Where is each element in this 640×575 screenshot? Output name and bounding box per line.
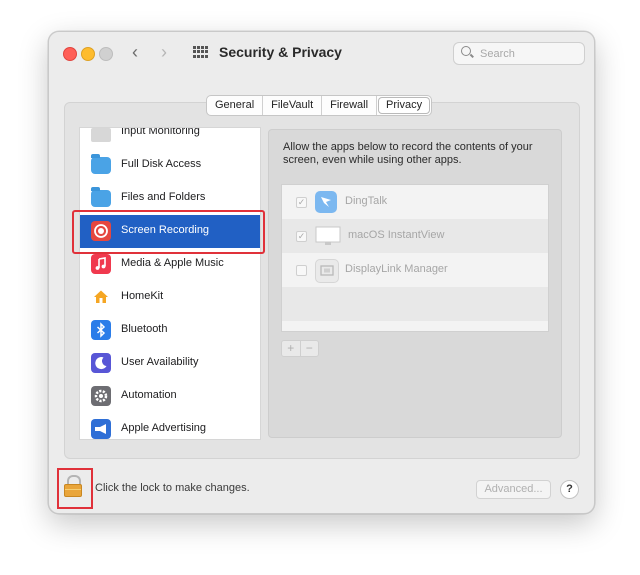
sidebar-item-homekit[interactable]: HomeKit [80,281,260,314]
app-name: DingTalk [345,195,388,207]
search-icon [461,46,471,56]
help-button[interactable]: ? [560,480,579,499]
sidebar-item-media-apple-music[interactable]: Media & Apple Music [80,248,260,281]
folder-icon [91,187,111,207]
tab-filevault[interactable]: FileVault [263,96,323,115]
monitor-icon [315,225,341,247]
app-name: macOS InstantView [348,229,445,241]
app-row-macos-instantview: ✓ macOS InstantView [282,219,548,253]
search-input[interactable] [478,45,582,63]
displaylink-checkbox[interactable] [296,265,307,276]
sidebar-item-apple-advertising[interactable]: Apple Advertising [80,413,260,439]
add-remove-control: + − [281,340,319,357]
app-name: DisplayLink Manager [345,263,448,275]
sidebar-item-label: Screen Recording [121,224,210,236]
sidebar-item-screen-recording[interactable]: Screen Recording [80,215,260,248]
music-icon [91,254,111,274]
sidebar-item-label: Media & Apple Music [121,257,224,269]
sidebar-item-label: HomeKit [121,290,164,302]
sidebar-item-label: Files and Folders [121,191,206,203]
add-app-button[interactable]: + [282,341,301,356]
permission-description: Allow the apps below to record the conte… [283,141,533,166]
dingtalk-icon [315,191,337,213]
keyboard-icon [91,128,111,142]
tab-general[interactable]: General [207,96,264,115]
empty-list-row [282,287,548,321]
screen-recording-icon [91,221,111,241]
sidebar-item-automation[interactable]: Automation [80,380,260,413]
megaphone-icon [91,419,111,439]
sidebar-item-user-availability[interactable]: User Availability [80,347,260,380]
sidebar-item-label: Full Disk Access [121,158,202,170]
security-privacy-window: ‹ › Security & Privacy General FileVault… [48,31,595,514]
forward-button[interactable]: › [161,41,167,63]
show-all-grid-icon[interactable] [193,46,208,58]
moon-icon [91,353,111,373]
sidebar-item-input-monitoring[interactable]: Input Monitoring [80,127,260,149]
app-permission-list: ✓ DingTalk ✓ macOS InstantView DisplayLi… [281,184,549,332]
instantview-checkbox[interactable]: ✓ [296,231,307,242]
gear-icon [91,386,111,406]
sidebar-item-label: Automation [121,389,177,401]
tab-privacy[interactable]: Privacy [378,97,431,114]
sidebar-item-label: User Availability [121,356,199,368]
lock-icon[interactable] [63,475,83,497]
sidebar-item-full-disk-access[interactable]: Full Disk Access [80,149,260,182]
bluetooth-icon [91,320,111,340]
displaylink-icon [315,259,339,283]
detail-pane: Allow the apps below to record the conte… [268,129,562,438]
minimize-window-button[interactable] [81,47,95,61]
sidebar-item-label: Apple Advertising [121,422,206,434]
tab-bar: General FileVault Firewall Privacy [206,95,433,116]
dingtalk-checkbox[interactable]: ✓ [296,197,307,208]
sidebar-item-bluetooth[interactable]: Bluetooth [80,314,260,347]
privacy-category-list[interactable]: Input Monitoring Full Disk Access Files … [79,127,261,440]
home-icon [91,287,111,307]
tab-firewall[interactable]: Firewall [322,96,378,115]
back-button[interactable]: ‹ [132,41,138,63]
app-row-dingtalk: ✓ DingTalk [282,185,548,219]
app-row-displaylink-manager: DisplayLink Manager [282,253,548,287]
zoom-window-button[interactable] [99,47,113,61]
sidebar-item-files-and-folders[interactable]: Files and Folders [80,182,260,215]
title-bar: ‹ › Security & Privacy [49,32,594,74]
close-window-button[interactable] [63,47,77,61]
remove-app-button[interactable]: − [301,341,319,356]
sidebar-item-label: Input Monitoring [121,127,200,137]
window-title: Security & Privacy [219,44,342,60]
lock-message: Click the lock to make changes. [95,482,250,494]
sidebar-item-label: Bluetooth [121,323,168,335]
folder-icon [91,154,111,174]
search-field[interactable] [453,42,585,65]
advanced-button[interactable]: Advanced... [476,480,551,499]
